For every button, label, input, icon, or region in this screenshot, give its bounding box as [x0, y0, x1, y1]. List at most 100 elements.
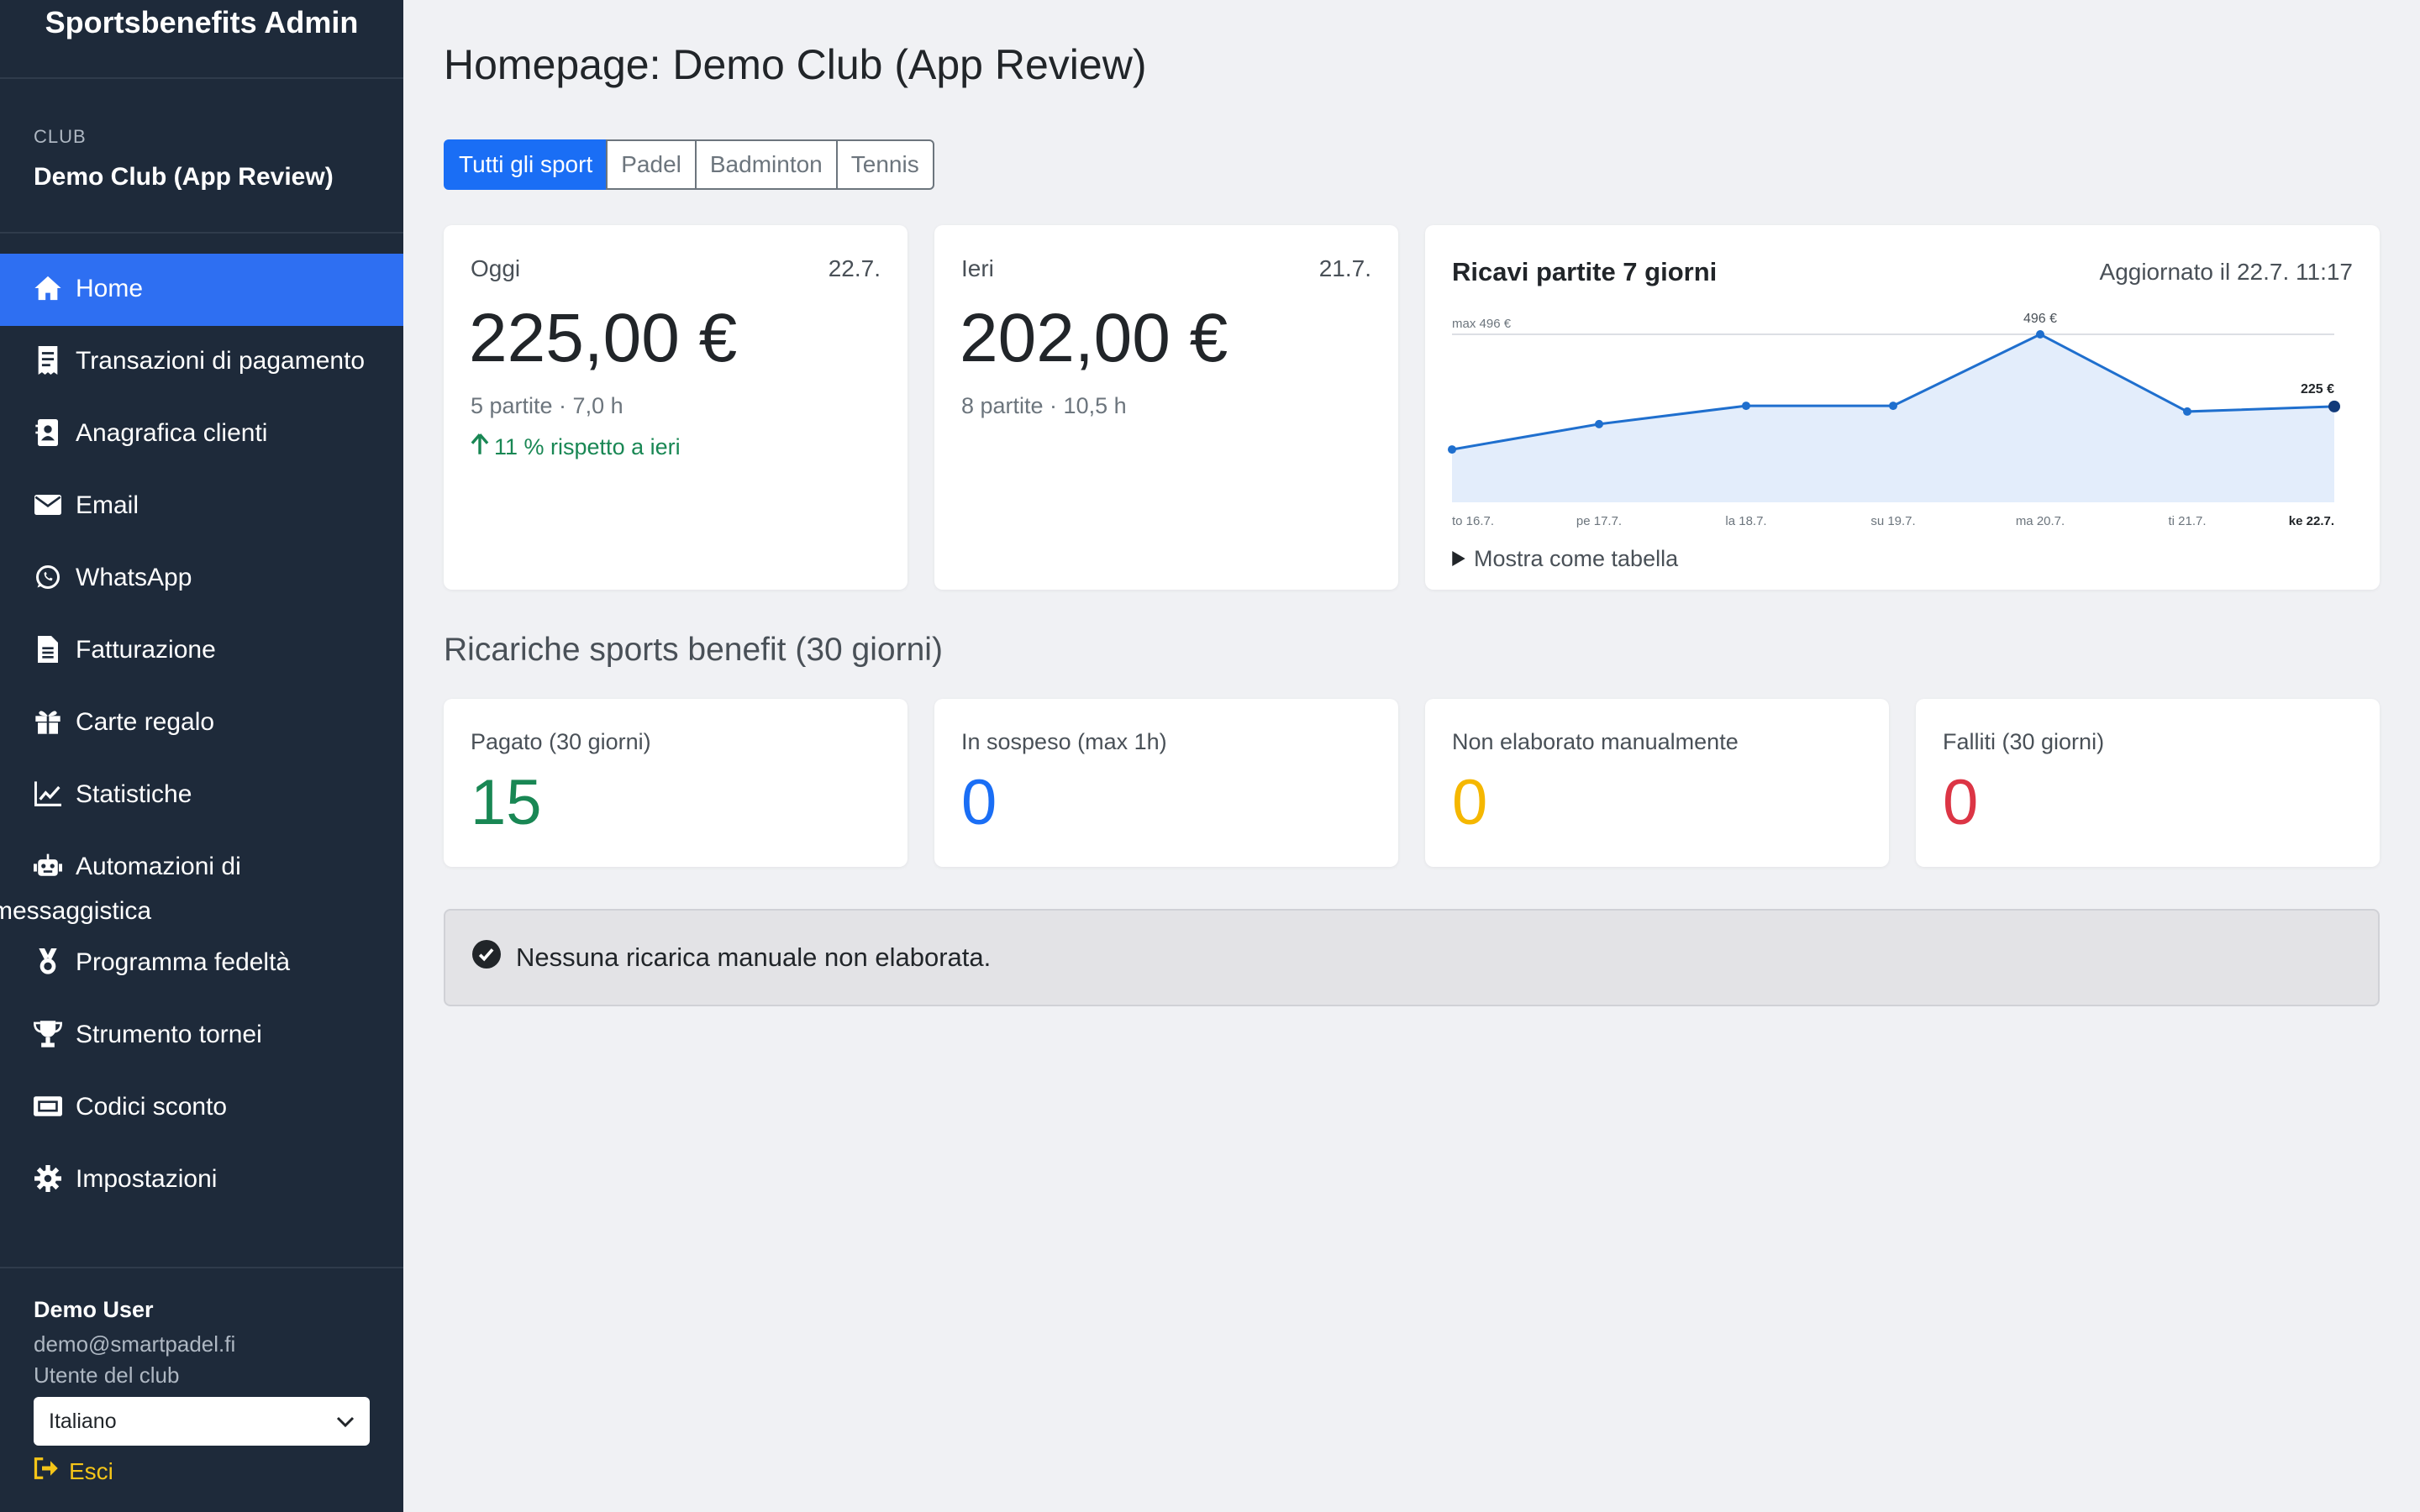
user-name: Demo User [34, 1297, 154, 1322]
sidebar-item-label: Fatturazione [76, 636, 216, 664]
kpi-value: 0 [1452, 767, 1488, 838]
sidebar-item-statistiche[interactable]: Statistiche [0, 759, 403, 832]
yesterday-label: Ieri [961, 255, 994, 281]
logout-label: Esci [69, 1457, 113, 1484]
yesterday-summary: 8 partite · 10,5 h [961, 393, 1127, 418]
sidebar-item-label: Programma fedeltà [76, 948, 291, 976]
gear-icon [34, 1164, 62, 1193]
chart-area [1452, 334, 2334, 502]
x-tick-label: pe 17.7. [1576, 514, 1622, 528]
language-select-value: Italiano [49, 1409, 117, 1433]
x-tick-label: ke 22.7. [2289, 514, 2334, 528]
arrow-up-icon [471, 433, 489, 461]
sidebar-item-home[interactable]: Home [0, 254, 403, 326]
x-tick-label: su 19.7. [1870, 514, 1915, 528]
medal-icon [34, 948, 62, 976]
chart-point [2183, 407, 2191, 416]
sidebar-item-label: WhatsApp [76, 564, 192, 591]
kpi-card-unprocessed: Non elaborato manualmente 0 [1425, 699, 1889, 867]
receipt-icon [34, 346, 62, 375]
sport-tabs: Tutti gli sport Padel Badminton Tennis [444, 139, 934, 190]
caret-right-icon [1452, 546, 1465, 572]
divider [0, 232, 403, 234]
sidebar-item-label: Home [76, 275, 144, 302]
sidebar-item-label: Carte regalo [76, 708, 215, 736]
chart-point [2328, 400, 2340, 412]
line-chart-icon [34, 780, 62, 808]
user-block: Demo User demo@smartpadel.fi Utente del … [34, 1297, 370, 1485]
whatsapp-icon [34, 563, 62, 591]
info-alert: Nessuna ricarica manuale non elaborata. [444, 909, 2380, 1006]
logout-link[interactable]: Esci [34, 1457, 370, 1485]
document-icon [34, 635, 62, 664]
sidebar-item-label: Codici sconto [76, 1093, 228, 1121]
sidebar-item-label: Automazioni di [76, 853, 241, 880]
today-change: 11 % rispetto a ieri [471, 433, 681, 461]
logout-icon [34, 1457, 59, 1485]
x-tick-label: ma 20.7. [2016, 514, 2065, 528]
sidebar-item-label: Email [76, 491, 139, 519]
tab-badminton[interactable]: Badminton [694, 139, 838, 190]
page-title: Homepage: Demo Club (App Review) [444, 41, 1147, 88]
ticket-icon [34, 1092, 62, 1121]
today-summary: 5 partite · 7,0 h [471, 393, 623, 418]
today-card: Oggi 22.7. 225,00 € 5 partite · 7,0 h 11… [444, 225, 908, 590]
today-header: Oggi 22.7. [471, 255, 881, 282]
sidebar-item-label: Impostazioni [76, 1165, 218, 1193]
yesterday-date: 21.7. [1318, 255, 1371, 281]
kpi-label: Falliti (30 giorni) [1943, 729, 2105, 754]
brand-title: Sportsbenefits Admin [0, 0, 403, 79]
chevron-down-icon [336, 1410, 355, 1434]
x-tick-label: to 16.7. [1452, 514, 1494, 528]
today-label: Oggi [471, 255, 521, 281]
revenue-chart-card: Ricavi partite 7 giorni Aggiornato il 22… [1425, 225, 2380, 590]
sidebar-item-programma-fedelta[interactable]: Programma fedeltà [0, 927, 403, 1000]
sidebar-item-fatturazione[interactable]: Fatturazione [0, 615, 403, 687]
sidebar-item-email[interactable]: Email [0, 470, 403, 543]
tab-tennis[interactable]: Tennis [835, 139, 934, 190]
kpi-value: 0 [961, 767, 997, 838]
kpi-card-paid: Pagato (30 giorni) 15 [444, 699, 908, 867]
sidebar-item-strumento-tornei[interactable]: Strumento tornei [0, 1000, 403, 1072]
tab-padel[interactable]: Padel [606, 139, 697, 190]
alert-text: Nessuna ricarica manuale non elaborata. [516, 942, 992, 972]
sidebar-item-automazioni[interactable]: Automazioni di messaggistica [0, 832, 403, 927]
sidebar-item-impostazioni[interactable]: Impostazioni [0, 1144, 403, 1216]
sidebar-item-carte-regalo[interactable]: Carte regalo [0, 687, 403, 759]
tab-tutti-gli-sport[interactable]: Tutti gli sport [444, 139, 608, 190]
today-date: 22.7. [828, 255, 881, 281]
today-change-text: 11 % rispetto a ieri [494, 434, 681, 459]
chart-point [1595, 419, 1603, 428]
chart-point [1448, 445, 1456, 454]
sidebar: Sportsbenefits Admin CLUB Demo Club (App… [0, 0, 403, 1512]
last-value-label: 225 € [2301, 382, 2334, 396]
show-table-label: Mostra come tabella [1474, 546, 1679, 571]
yesterday-amount: 202,00 € [960, 300, 1228, 376]
sidebar-item-codici-sconto[interactable]: Codici sconto [0, 1072, 403, 1144]
language-select[interactable]: Italiano [34, 1397, 370, 1446]
kpi-label: In sospeso (max 1h) [961, 729, 1167, 754]
kpi-value: 0 [1943, 767, 1979, 838]
contact-card-icon [34, 418, 62, 447]
gift-icon [34, 707, 62, 736]
chart-point [1889, 402, 1897, 411]
envelope-icon [34, 491, 62, 519]
club-caption: CLUB [34, 126, 87, 147]
user-email: demo@smartpadel.fi [34, 1331, 236, 1357]
club-name: Demo Club (App Review) [34, 163, 334, 191]
sidebar-item-label: Transazioni di pagamento [76, 347, 366, 375]
kpi-label: Pagato (30 giorni) [471, 729, 651, 754]
sidebar-item-transazioni[interactable]: Transazioni di pagamento [0, 326, 403, 398]
show-table-toggle[interactable]: Mostra come tabella [1452, 546, 1678, 572]
sidebar-item-label-line2: messaggistica [0, 897, 152, 925]
chart-point [1742, 402, 1750, 411]
user-role: Utente del club [34, 1362, 180, 1388]
max-label: max 496 € [1452, 317, 1512, 331]
sidebar-item-label: Anagrafica clienti [76, 419, 268, 447]
section-title: Ricariche sports benefit (30 giorni) [444, 632, 943, 668]
kpi-label: Non elaborato manualmente [1452, 729, 1739, 754]
yesterday-card: Ieri 21.7. 202,00 € 8 partite · 10,5 h [934, 225, 1398, 590]
sidebar-item-anagrafica[interactable]: Anagrafica clienti [0, 398, 403, 470]
sidebar-item-whatsapp[interactable]: WhatsApp [0, 543, 403, 615]
sidebar-nav: Home Transazioni di pagamento Anagrafica… [0, 254, 403, 1216]
